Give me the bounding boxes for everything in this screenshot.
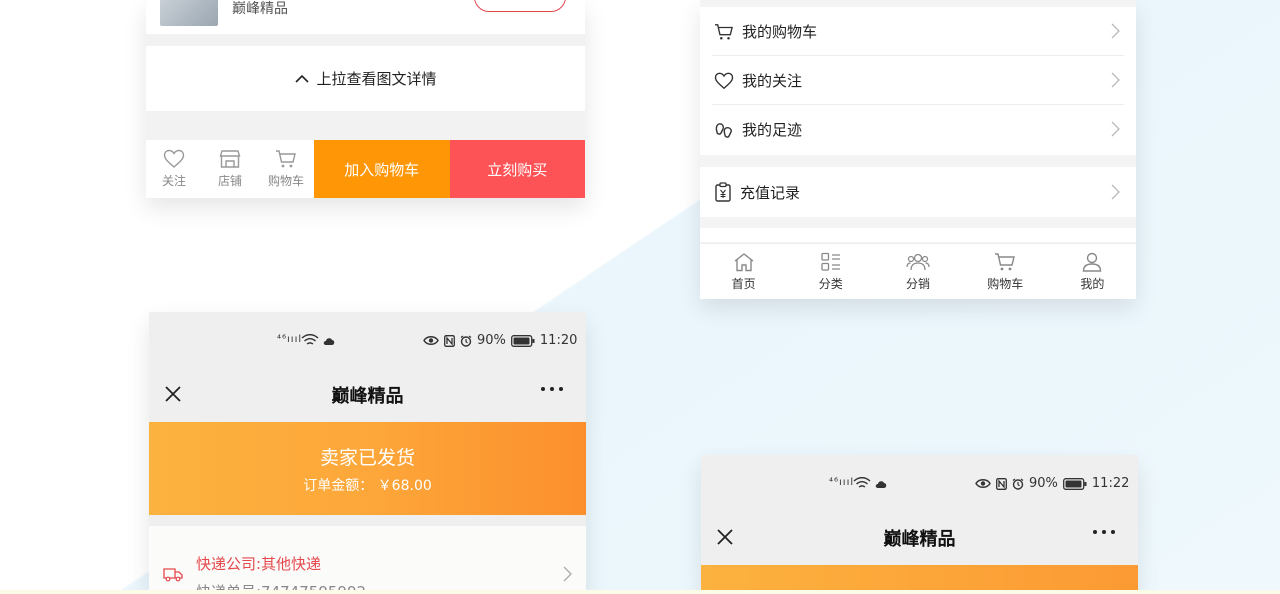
status-bar: ⁴⁶ıııl 90% 11:22	[701, 455, 1138, 505]
footprint-icon	[714, 121, 734, 139]
menu-item-label: 充值记录	[740, 183, 801, 202]
menu-item-label: 我的足迹	[742, 121, 803, 139]
cloud-icon	[875, 480, 887, 488]
users-icon	[906, 252, 930, 272]
tab-label: 分类	[818, 276, 843, 291]
status-bar: ⁴⁶ıııl 90% 11:20	[149, 312, 586, 362]
chevron-right-icon	[1111, 184, 1120, 204]
cart-label: 购物车	[267, 174, 304, 188]
nfc-icon	[996, 477, 1007, 490]
chevron-right-icon	[1111, 121, 1120, 141]
cart-icon	[714, 23, 734, 41]
clock: 11:22	[1091, 476, 1130, 491]
title-bar: 巅峰精品	[149, 372, 586, 416]
menu-group	[700, 228, 1136, 242]
chevron-up-icon	[294, 73, 310, 85]
my-menu-panel: 我的购物车 我的关注 我的足迹 充值记录 首页 分类 分销 购物车 我的	[700, 0, 1136, 299]
buy-now-button[interactable]: 立刻购买	[449, 140, 585, 198]
alarm-icon	[460, 335, 472, 347]
tab-mine[interactable]: 我的	[1049, 244, 1136, 299]
order-status-banner: 卖家已发货 订单金额： ￥68.00	[149, 422, 586, 515]
page-title: 巅峰精品	[883, 529, 956, 550]
tab-distribution[interactable]: 分销	[874, 244, 961, 299]
menu-item-my-follow[interactable]: 我的关注	[700, 56, 1136, 105]
tab-cart[interactable]: 购物车	[962, 244, 1049, 299]
menu-group: 我的购物车 我的关注 我的足迹	[700, 7, 1136, 155]
chevron-right-icon	[563, 566, 572, 582]
battery-percent: 90%	[1029, 476, 1058, 491]
battery-icon	[1062, 477, 1087, 490]
store-button[interactable]: 店铺	[202, 140, 258, 198]
signal-indicator: ⁴⁶ıııl	[277, 334, 303, 345]
product-row: 巅峰精品	[146, 0, 585, 34]
cart-button[interactable]: 购物车	[258, 140, 314, 198]
cart-icon	[994, 252, 1016, 272]
nfc-icon	[444, 334, 455, 347]
follow-button[interactable]: 关注	[146, 140, 202, 198]
tab-label: 我的	[1080, 276, 1105, 291]
user-icon	[1081, 252, 1103, 272]
menu-item-my-footprint[interactable]: 我的足迹	[700, 105, 1136, 154]
clock: 11:20	[539, 333, 578, 348]
page-title: 巅峰精品	[331, 386, 404, 407]
bottom-tab-bar: 首页 分类 分销 购物车 我的	[700, 243, 1136, 299]
title-bar: 巅峰精品	[701, 515, 1138, 559]
store-icon	[219, 149, 241, 169]
shipping-info-row[interactable]: 快递公司:其他快递 快递单号:74747595992	[149, 526, 586, 594]
chevron-right-icon	[1111, 72, 1120, 92]
battery-percent: 90%	[477, 333, 506, 348]
home-icon	[733, 252, 755, 272]
tab-label: 首页	[731, 276, 756, 291]
product-thumbnail[interactable]	[160, 0, 218, 26]
clipboard-icon	[714, 182, 732, 202]
follow-label: 关注	[161, 174, 186, 188]
bottom-strip	[0, 590, 1280, 594]
heart-icon	[714, 72, 734, 90]
menu-item-label: 我的购物车	[742, 23, 818, 41]
shop-enter-button[interactable]	[474, 0, 566, 12]
add-to-cart-button[interactable]: 加入购物车	[314, 140, 450, 198]
heart-icon	[163, 149, 185, 169]
product-detail-panel: 巅峰精品 上拉查看图文详情 关注 店铺 购物车 加入购物车 立刻购买	[146, 0, 585, 198]
shop-name: 巅峰精品	[232, 1, 288, 17]
tab-category[interactable]: 分类	[787, 244, 874, 299]
alarm-icon	[1012, 478, 1024, 490]
status-right: 90% 11:22	[975, 476, 1129, 491]
menu-item-label: 我的关注	[742, 72, 803, 90]
wifi-icon	[853, 477, 871, 490]
product-action-bar: 关注 店铺 购物车 加入购物车 立刻购买	[146, 140, 585, 198]
order-amount: 订单金额： ￥68.00	[303, 478, 432, 494]
signal-indicator: ⁴⁶ıııl	[829, 477, 855, 488]
chevron-right-icon	[1111, 23, 1120, 43]
eye-icon	[423, 335, 439, 346]
menu-item-recharge-record[interactable]: 充值记录	[700, 167, 1136, 217]
battery-icon	[510, 334, 535, 347]
category-icon	[820, 252, 842, 272]
tab-label: 分销	[906, 276, 931, 291]
store-label: 店铺	[217, 174, 242, 188]
pull-detail-label: 上拉查看图文详情	[316, 70, 437, 88]
order-phone-screen: ⁴⁶ıııl 90% 11:20 巅峰精品 卖家已发货 订单金额： ￥68.00…	[149, 312, 586, 594]
status-right: 90% 11:20	[423, 333, 577, 348]
cart-icon	[275, 149, 297, 169]
cloud-icon	[323, 337, 335, 345]
shipping-company: 快递公司:其他快递	[196, 555, 322, 573]
truck-icon	[163, 566, 183, 582]
menu-group: 充值记录	[700, 167, 1136, 217]
pull-detail-row[interactable]: 上拉查看图文详情	[146, 46, 585, 111]
tab-label: 购物车	[987, 276, 1024, 291]
eye-icon	[975, 478, 991, 489]
wifi-icon	[301, 334, 319, 347]
order-status-title: 卖家已发货	[319, 447, 415, 469]
tab-home[interactable]: 首页	[700, 244, 787, 299]
more-icon[interactable]	[1092, 529, 1116, 535]
more-icon[interactable]	[540, 386, 564, 392]
menu-item-my-cart[interactable]: 我的购物车	[700, 7, 1136, 56]
second-phone-screen: ⁴⁶ıııl 90% 11:22 巅峰精品	[701, 455, 1138, 594]
